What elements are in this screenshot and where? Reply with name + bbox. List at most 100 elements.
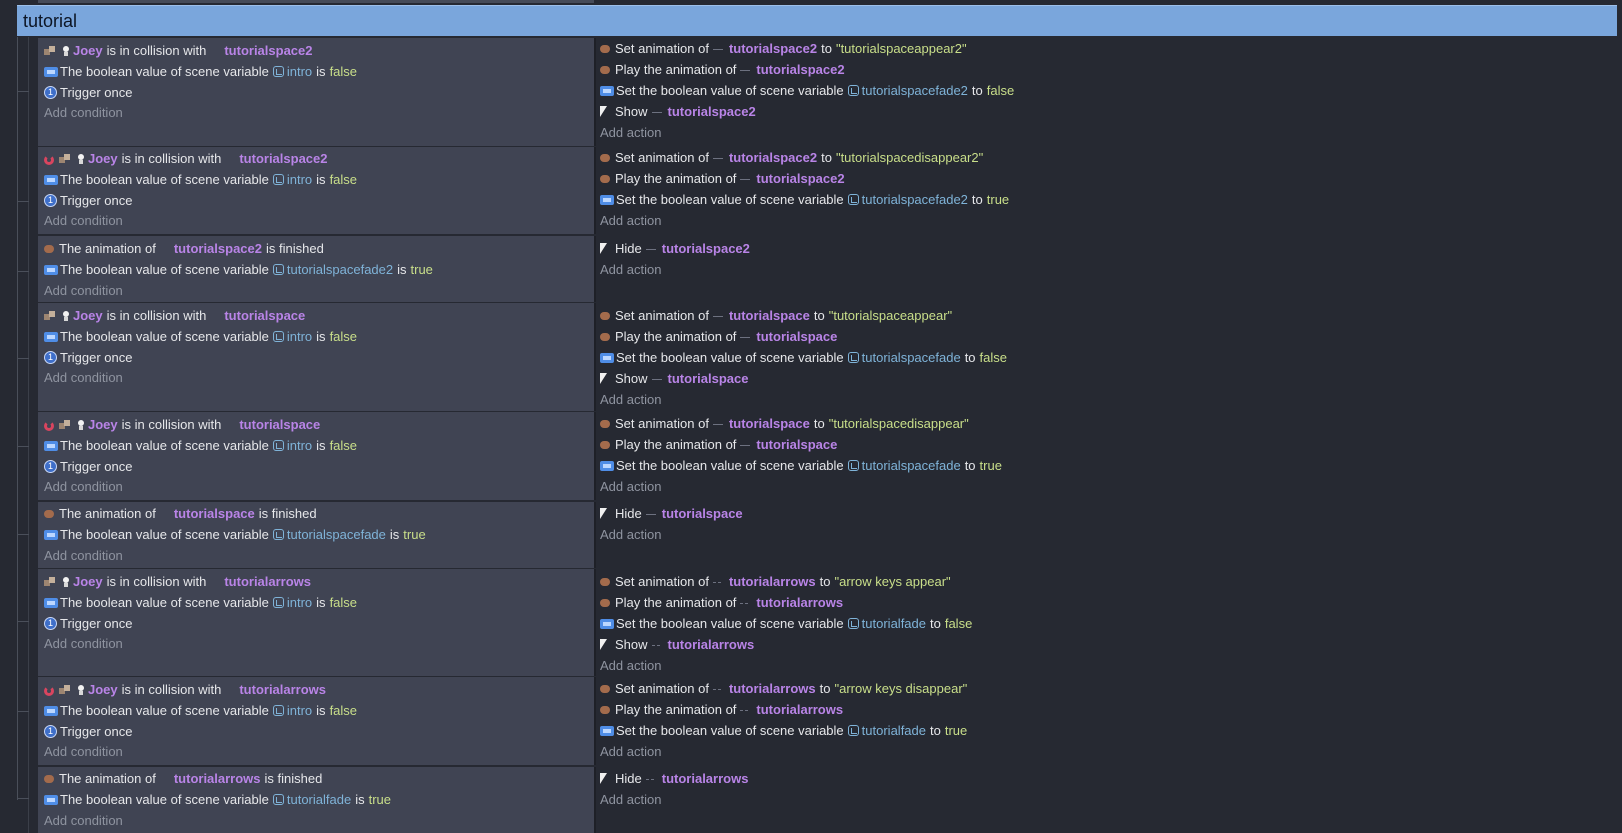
condition-trigger-once[interactable]: 1 Trigger once <box>44 82 133 103</box>
value[interactable]: true <box>411 259 433 280</box>
action-set-scene-variable[interactable]: Set the boolean value of scene variable … <box>600 613 972 634</box>
action-hide[interactable]: Hide tutorialspace <box>600 503 743 524</box>
condition-collision-inverted[interactable]: Joey is in collision with tutorialarrows <box>44 679 326 700</box>
actions-panel[interactable]: Hide tutorialarrows Add action <box>596 767 1622 833</box>
variable-name[interactable]: intro <box>287 169 312 190</box>
conditions-panel[interactable]: Joey is in collision with tutorialspace2… <box>38 38 596 146</box>
value[interactable]: false <box>330 592 357 613</box>
conditions-panel[interactable]: Joey is in collision with tutorialspace … <box>38 303 596 411</box>
condition-scene-variable[interactable]: The boolean value of scene variable intr… <box>44 700 357 721</box>
add-condition-button[interactable]: Add condition <box>44 367 123 388</box>
add-action-button[interactable]: Add action <box>600 210 661 231</box>
action-play-animation[interactable]: Play the animation of tutorialspace <box>600 326 837 347</box>
conditions-panel[interactable]: The animation of tutorialarrows is finis… <box>38 767 596 833</box>
event-2[interactable]: Joey is in collision with tutorialspace2… <box>38 147 1622 236</box>
condition-animation-finished[interactable]: The animation of tutorialarrows is finis… <box>44 768 322 789</box>
object-name[interactable]: tutorialarrows <box>662 768 749 789</box>
actions-panel[interactable]: Set animation of tutorialspace to "tutor… <box>596 303 1622 411</box>
conditions-panel[interactable]: Joey is in collision with tutorialspace … <box>38 412 596 500</box>
action-set-scene-variable[interactable]: Set the boolean value of scene variable … <box>600 347 1007 368</box>
actions-panel[interactable]: Hide tutorialspace2 Add action <box>596 236 1622 302</box>
action-set-animation[interactable]: Set animation of tutorialspace2 to "tuto… <box>600 38 967 59</box>
object-name[interactable]: tutorialarrows <box>174 768 261 789</box>
variable-name[interactable]: tutorialfade <box>862 613 926 634</box>
value[interactable]: "arrow keys appear" <box>834 571 950 592</box>
event-1[interactable]: Joey is in collision with tutorialspace2… <box>38 38 1622 148</box>
object-name[interactable]: Joey <box>88 148 118 169</box>
condition-trigger-once[interactable]: 1 Trigger once <box>44 190 133 211</box>
value[interactable]: false <box>330 326 357 347</box>
actions-panel[interactable]: Set animation of tutorialarrows to "arro… <box>596 569 1622 676</box>
variable-name[interactable]: intro <box>287 435 312 456</box>
actions-panel[interactable]: Set animation of tutorialarrows to "arro… <box>596 677 1622 765</box>
condition-animation-finished[interactable]: The animation of tutorialspace2 is finis… <box>44 238 324 259</box>
object-name[interactable]: tutorialspace <box>662 503 743 524</box>
add-condition-button[interactable]: Add condition <box>44 102 123 123</box>
add-condition-button[interactable]: Add condition <box>44 633 123 654</box>
value[interactable]: true <box>403 524 425 545</box>
object-name[interactable]: tutorialspace <box>668 368 749 389</box>
variable-name[interactable]: intro <box>287 61 312 82</box>
add-action-button[interactable]: Add action <box>600 122 661 143</box>
action-set-scene-variable[interactable]: Set the boolean value of scene variable … <box>600 720 967 741</box>
condition-scene-variable[interactable]: The boolean value of scene variable intr… <box>44 592 357 613</box>
condition-collision-inverted[interactable]: Joey is in collision with tutorialspace <box>44 414 320 435</box>
action-show[interactable]: Show tutorialspace2 <box>600 101 756 122</box>
conditions-panel[interactable]: Joey is in collision with tutorialarrows… <box>38 677 596 765</box>
object-name[interactable]: tutorialspace <box>756 326 837 347</box>
action-hide[interactable]: Hide tutorialarrows <box>600 768 748 789</box>
action-set-scene-variable[interactable]: Set the boolean value of scene variable … <box>600 80 1014 101</box>
object-name[interactable]: tutorialarrows <box>224 571 311 592</box>
event-4[interactable]: Joey is in collision with tutorialspace … <box>38 303 1622 413</box>
event-group-title[interactable]: tutorial <box>23 11 77 31</box>
value[interactable]: "tutorialspaceappear" <box>829 305 952 326</box>
value[interactable]: true <box>987 189 1009 210</box>
variable-name[interactable]: tutorialspacefade <box>287 524 386 545</box>
object-name[interactable]: Joey <box>73 40 103 61</box>
actions-panel[interactable]: Set animation of tutorialspace2 to "tuto… <box>596 38 1622 146</box>
object-name[interactable]: Joey <box>88 414 118 435</box>
conditions-panel[interactable]: Joey is in collision with tutorialspace2… <box>38 147 596 234</box>
action-set-scene-variable[interactable]: Set the boolean value of scene variable … <box>600 455 1002 476</box>
conditions-panel[interactable]: The animation of tutorialspace2 is finis… <box>38 236 596 302</box>
value[interactable]: "tutorialspacedisappear2" <box>836 147 983 168</box>
variable-name[interactable]: tutorialspacefade2 <box>287 259 393 280</box>
object-name[interactable]: tutorialspace <box>174 503 255 524</box>
object-name[interactable]: tutorialspace2 <box>756 168 844 189</box>
object-name[interactable]: tutorialarrows <box>756 592 843 613</box>
add-condition-button[interactable]: Add condition <box>44 476 123 497</box>
object-name[interactable]: Joey <box>88 679 118 700</box>
add-action-button[interactable]: Add action <box>600 389 661 410</box>
add-condition-button[interactable]: Add condition <box>44 810 123 831</box>
action-show[interactable]: Show tutorialspace <box>600 368 748 389</box>
object-name[interactable]: tutorialspace2 <box>239 148 327 169</box>
action-play-animation[interactable]: Play the animation of tutorialarrows <box>600 592 843 613</box>
variable-name[interactable]: tutorialspacefade <box>862 347 961 368</box>
add-condition-button[interactable]: Add condition <box>44 545 123 566</box>
event-group-header[interactable]: tutorial <box>17 5 1617 36</box>
variable-name[interactable]: tutorialspacefade <box>862 455 961 476</box>
value[interactable]: false <box>330 169 357 190</box>
condition-scene-variable[interactable]: The boolean value of scene variable intr… <box>44 326 357 347</box>
event-3[interactable]: The animation of tutorialspace2 is finis… <box>38 236 1622 304</box>
variable-name[interactable]: tutorialspacefade2 <box>862 189 968 210</box>
condition-trigger-once[interactable]: 1 Trigger once <box>44 456 133 477</box>
condition-scene-variable[interactable]: The boolean value of scene variable tuto… <box>44 259 433 280</box>
variable-name[interactable]: intro <box>287 326 312 347</box>
value[interactable]: true <box>369 789 391 810</box>
action-set-animation[interactable]: Set animation of tutorialspace2 to "tuto… <box>600 147 983 168</box>
action-play-animation[interactable]: Play the animation of tutorialarrows <box>600 699 843 720</box>
value[interactable]: true <box>980 455 1002 476</box>
add-action-button[interactable]: Add action <box>600 655 661 676</box>
add-condition-button[interactable]: Add condition <box>44 280 123 301</box>
add-action-button[interactable]: Add action <box>600 524 661 545</box>
object-name[interactable]: tutorialspace2 <box>729 38 817 59</box>
event-6[interactable]: The animation of tutorialspace is finish… <box>38 502 1622 570</box>
condition-scene-variable[interactable]: The boolean value of scene variable tuto… <box>44 524 426 545</box>
object-name[interactable]: tutorialspace2 <box>729 147 817 168</box>
value[interactable]: "tutorialspacedisappear" <box>829 413 969 434</box>
object-name[interactable]: tutorialarrows <box>239 679 326 700</box>
object-name[interactable]: tutorialspace2 <box>224 40 312 61</box>
add-action-button[interactable]: Add action <box>600 259 661 280</box>
action-set-scene-variable[interactable]: Set the boolean value of scene variable … <box>600 189 1009 210</box>
